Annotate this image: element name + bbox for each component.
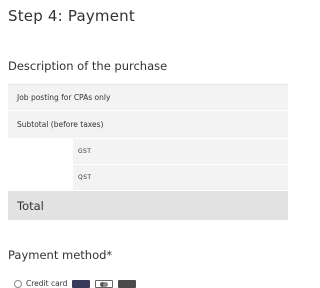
qst-row: QST (8, 165, 288, 191)
credit-card-radio[interactable] (14, 279, 22, 288)
credit-card-label: Credit card (26, 279, 68, 288)
qst-label: QST (78, 174, 92, 181)
payment-method-title: Payment method* (8, 248, 113, 262)
amex-card-icon (118, 279, 137, 288)
step-title: Step 4: Payment (8, 7, 135, 25)
purchase-item-label: Job posting for CPAs only (17, 93, 111, 102)
purchase-item-row: Job posting for CPAs only (8, 85, 288, 111)
subtotal-label: Subtotal (before taxes) (17, 120, 104, 129)
credit-card-option[interactable]: Credit card (14, 279, 137, 288)
gst-row: GST (8, 139, 288, 165)
total-label: Total (17, 198, 44, 213)
gst-label: GST (78, 148, 92, 155)
mastercard-icon (95, 279, 114, 288)
visa-card-icon (72, 279, 91, 288)
purchase-section-title: Description of the purchase (8, 59, 168, 73)
total-row: Total (8, 191, 288, 221)
subtotal-row: Subtotal (before taxes) (8, 111, 288, 139)
purchase-table: Job posting for CPAs only Subtotal (befo… (8, 84, 288, 221)
